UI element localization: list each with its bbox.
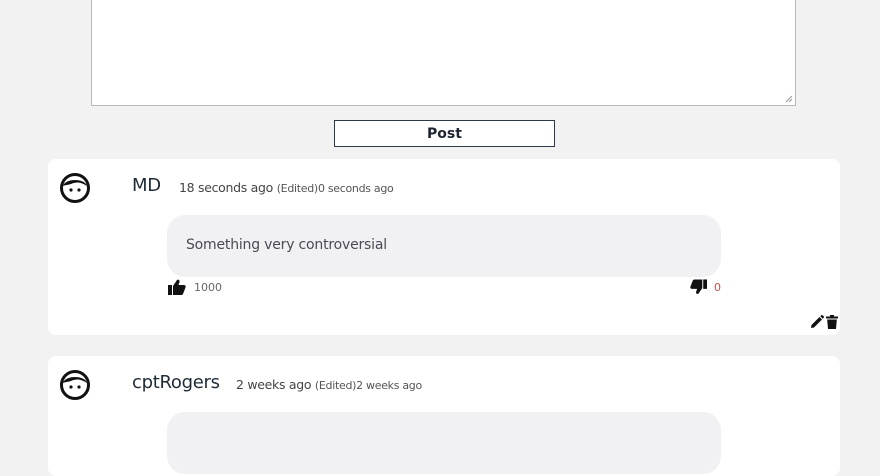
edited-time: 0 seconds ago xyxy=(317,182,394,195)
avatar-face-icon xyxy=(60,370,90,400)
avatar-face-icon xyxy=(60,173,90,203)
dislike-count: 0 xyxy=(714,280,721,294)
edited-time: 2 weeks ago xyxy=(356,379,422,392)
comment-card: cptRogers 2 weeks ago (Edited)2 weeks ag… xyxy=(48,356,840,476)
comment-actions xyxy=(810,315,838,329)
like-count: 1000 xyxy=(194,280,222,294)
comment-username: MD xyxy=(132,175,161,196)
thumbs-down-icon xyxy=(690,279,707,294)
delete-button[interactable] xyxy=(826,315,838,329)
edit-button[interactable] xyxy=(810,315,824,329)
post-button[interactable]: Post xyxy=(334,120,555,147)
comment-text xyxy=(167,412,721,474)
pencil-icon xyxy=(811,315,824,328)
comment-username: cptRogers xyxy=(132,372,220,393)
comment-posted-time: 18 seconds ago xyxy=(179,180,273,195)
like-button[interactable]: 1000 xyxy=(168,279,222,295)
edited-label: (Edited) xyxy=(276,182,319,195)
comment-card: MD 18 seconds ago (Edited)0 seconds ago … xyxy=(48,159,840,335)
comment-posted-time: 2 weeks ago xyxy=(236,377,312,392)
dislike-button[interactable]: 0 xyxy=(690,279,721,295)
comment-meta: 2 weeks ago (Edited)2 weeks ago xyxy=(236,377,422,392)
trash-icon xyxy=(826,315,838,329)
comment-textarea[interactable] xyxy=(91,0,796,106)
comment-text: Something very controversial xyxy=(167,215,721,277)
resize-grip-icon[interactable] xyxy=(785,95,793,103)
comment-meta: 18 seconds ago (Edited)0 seconds ago xyxy=(179,180,394,195)
edited-label: (Edited) xyxy=(314,379,357,392)
thumbs-up-icon xyxy=(168,279,186,295)
